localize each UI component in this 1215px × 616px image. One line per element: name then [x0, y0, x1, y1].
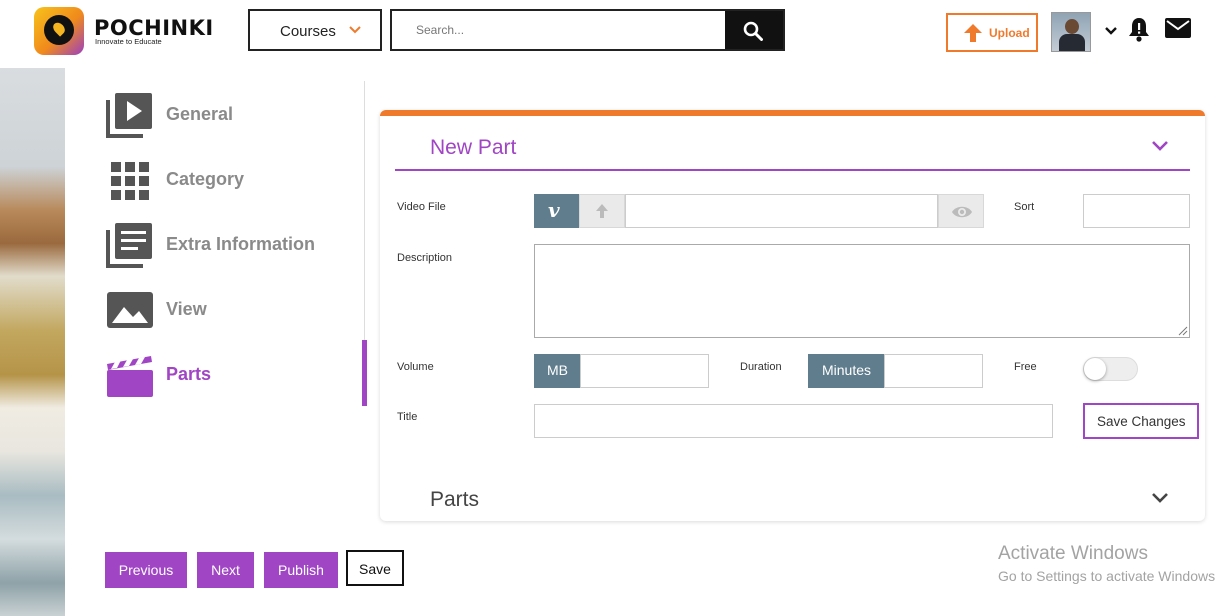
upload-file-button[interactable] — [579, 194, 625, 228]
toggle-knob — [1084, 358, 1106, 380]
chevron-down-icon[interactable] — [1151, 140, 1169, 152]
courses-dropdown[interactable]: Courses — [248, 9, 382, 51]
free-toggle[interactable] — [1083, 357, 1138, 381]
sidebar-item-label: Category — [166, 169, 245, 189]
duration-unit-addon: Minutes — [808, 354, 884, 388]
video-library-icon — [106, 93, 152, 138]
parts-section-title[interactable]: Parts — [430, 488, 479, 512]
free-label: Free — [1014, 361, 1037, 373]
windows-activation-subtitle: Go to Settings to activate Windows. — [998, 568, 1215, 584]
sidebar-active-indicator — [362, 340, 367, 406]
windows-activation-title: Activate Windows — [998, 543, 1148, 564]
video-file-input[interactable] — [625, 194, 938, 228]
volume-unit-label: MB — [547, 362, 568, 378]
save-changes-label: Save Changes — [1097, 414, 1186, 429]
next-button[interactable]: Next — [197, 552, 254, 588]
grid-icon — [111, 162, 149, 200]
volume-input[interactable] — [580, 354, 709, 388]
chevron-down-icon — [349, 26, 361, 34]
sidebar-item-view[interactable]: View — [105, 285, 365, 335]
search-bar — [390, 9, 785, 51]
search-button[interactable] — [725, 11, 783, 49]
section-title: New Part — [430, 136, 517, 159]
mail-icon[interactable] — [1165, 18, 1191, 38]
save-changes-button[interactable]: Save Changes — [1083, 403, 1199, 439]
sidebar-item-label: View — [166, 299, 207, 319]
library-books-icon — [106, 223, 152, 268]
search-icon — [743, 21, 763, 41]
upload-arrow-icon — [964, 24, 982, 42]
publish-button[interactable]: Publish — [264, 552, 338, 588]
avatar[interactable] — [1051, 12, 1091, 52]
sort-input[interactable] — [1083, 194, 1190, 228]
new-part-card: New Part Video File v Sort Description V… — [380, 110, 1205, 521]
sidebar-item-parts[interactable]: Parts — [105, 350, 365, 400]
title-input[interactable] — [534, 404, 1053, 438]
clapperboard-icon — [107, 356, 153, 397]
previous-label: Previous — [118, 562, 174, 578]
eye-icon — [952, 206, 972, 218]
chevron-down-icon[interactable] — [1151, 492, 1169, 504]
duration-input[interactable] — [884, 354, 983, 388]
previous-button[interactable]: Previous — [105, 552, 187, 588]
logo-icon[interactable] — [34, 7, 84, 55]
save-button[interactable]: Save — [346, 550, 404, 586]
search-input[interactable] — [416, 19, 716, 41]
background-books-image — [0, 68, 65, 616]
description-label: Description — [397, 252, 453, 264]
sidebar-item-category[interactable]: Category — [105, 155, 365, 205]
top-header: POCHINKI Innovate to Educate Courses Upl… — [0, 0, 1215, 68]
resize-grip-icon[interactable] — [1178, 326, 1188, 336]
brand-tagline: Innovate to Educate — [95, 37, 162, 46]
sort-label: Sort — [1014, 201, 1035, 213]
chevron-down-icon[interactable] — [1104, 25, 1118, 37]
sidebar-item-label: Extra Information — [166, 234, 316, 254]
preview-button[interactable] — [938, 194, 984, 228]
description-textarea[interactable] — [534, 244, 1190, 338]
duration-label: Duration — [740, 361, 782, 373]
title-label: Title — [397, 411, 418, 423]
duration-unit-label: Minutes — [822, 362, 872, 378]
upload-button[interactable]: Upload — [946, 13, 1038, 52]
next-label: Next — [211, 562, 240, 578]
sidebar-item-general[interactable]: General — [105, 90, 365, 140]
video-file-label: Video File — [397, 201, 446, 213]
courses-dropdown-label: Courses — [280, 23, 336, 40]
upload-label: Upload — [989, 26, 1030, 40]
volume-label: Volume — [397, 361, 434, 373]
image-icon — [107, 292, 153, 328]
volume-unit-addon: MB — [534, 354, 580, 388]
section-divider — [395, 169, 1190, 171]
save-label: Save — [359, 561, 391, 577]
vimeo-button[interactable]: v — [534, 194, 579, 228]
vimeo-icon: v — [548, 198, 560, 222]
publish-label: Publish — [278, 562, 324, 578]
bell-alert-icon[interactable] — [1127, 16, 1151, 42]
sidebar-item-label: Parts — [166, 364, 212, 384]
arrow-up-icon — [596, 204, 608, 218]
sidebar-item-label: General — [166, 104, 234, 124]
sidebar-item-extra-information[interactable]: Extra Information — [105, 220, 365, 270]
